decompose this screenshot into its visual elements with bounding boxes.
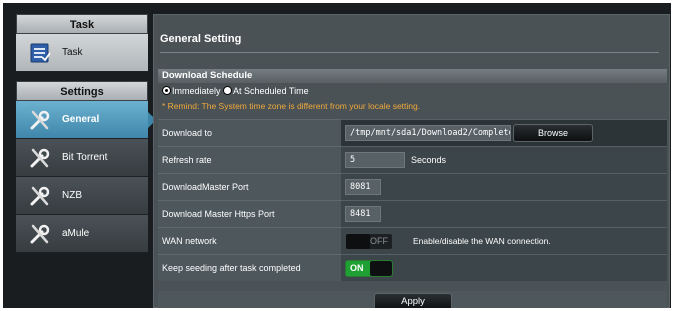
browse-button[interactable]: Browse [513,124,593,142]
wrench-screwdriver-icon [28,108,52,132]
wan-network-toggle[interactable]: OFF [345,233,393,250]
row-download-to: Download to /tmp/mnt/sda1/Download2/Comp… [158,119,667,146]
radio-label: At Scheduled Time [233,86,309,96]
timezone-reminder: * Remind: The System time zone is differ… [162,101,421,111]
field-label: Download to [158,119,341,146]
task-icon [28,41,52,65]
sidebar-item-label: Bit Torrent [62,152,108,163]
settings-group-header: Settings [16,81,148,101]
settings-panel: General Setting Download Schedule Immedi… [153,14,670,308]
radio-scheduled[interactable]: At Scheduled Time [223,86,309,96]
toggle-knob [370,261,392,276]
keep-seeding-toggle[interactable]: ON [345,260,393,277]
radio-button-checked[interactable] [162,86,171,95]
sidebar-item-nzb[interactable]: NZB [16,177,148,215]
row-keep-seeding: Keep seeding after task completed ON [158,254,667,281]
radio-button[interactable] [223,86,233,95]
schedule-radio-group: Immediately At Scheduled Time [162,86,309,97]
sidebar-item-label: General [62,114,100,125]
radio-label: Immediately [172,86,221,96]
task-group-header: Task [16,14,148,34]
sidebar-item-label: aMule [62,228,90,239]
field-label: DownloadMaster Port [158,173,341,200]
wrench-screwdriver-icon [28,222,52,246]
sidebar-item-general[interactable]: General [16,101,156,139]
field-value-cell: 8081 [341,173,667,200]
row-https-port: Download Master Https Port 8481 [158,200,667,227]
field-label: Keep seeding after task completed [158,254,341,281]
field-label: Download Master Https Port [158,200,341,227]
row-downloadmaster-port: DownloadMaster Port 8081 [158,173,667,200]
toggle-state-label: OFF [370,236,388,246]
sidebar-item-label: NZB [62,190,82,201]
field-value-cell: OFF Enable/disable the WAN connection. [341,227,667,254]
refresh-rate-unit: Seconds [411,155,447,165]
sidebar-item-label: Task [62,47,83,58]
sidebar-item-bit-torrent[interactable]: Bit Torrent [16,139,148,177]
sidebar-item-task[interactable]: Task [16,34,148,72]
field-value-cell: 5 Seconds [341,146,667,173]
wrench-screwdriver-icon [28,184,52,208]
page-title: General Setting [160,33,242,45]
download-path-input[interactable]: /tmp/mnt/sda1/Download2/Complete [345,125,511,141]
refresh-rate-input[interactable]: 5 [345,152,405,168]
field-label: Refresh rate [158,146,341,173]
wrench-screwdriver-icon [28,146,52,170]
task-group: Task Task [16,14,148,72]
title-divider [160,52,659,53]
sidebar-item-amule[interactable]: aMule [16,215,148,253]
wan-network-description: Enable/disable the WAN connection. [413,236,551,246]
app-window: Task Task Settings General Bit Torrent N… [3,3,671,308]
field-label: WAN network [158,227,341,254]
row-refresh-rate: Refresh rate 5 Seconds [158,146,667,173]
row-wan-network: WAN network OFF Enable/disable the WAN c… [158,227,667,254]
section-header: Download Schedule [158,69,667,83]
toggle-knob [346,234,370,249]
port-input[interactable]: 8081 [345,179,381,195]
field-value-cell: /tmp/mnt/sda1/Download2/Complete Browse [341,119,667,146]
radio-immediately[interactable]: Immediately [162,86,223,96]
field-value-cell: ON [341,254,667,281]
https-port-input[interactable]: 8481 [345,206,381,222]
field-value-cell: 8481 [341,200,667,227]
toggle-state-label: ON [350,263,364,273]
apply-button[interactable]: Apply [374,293,452,308]
settings-group: Settings General Bit Torrent NZB aMule [16,81,156,253]
